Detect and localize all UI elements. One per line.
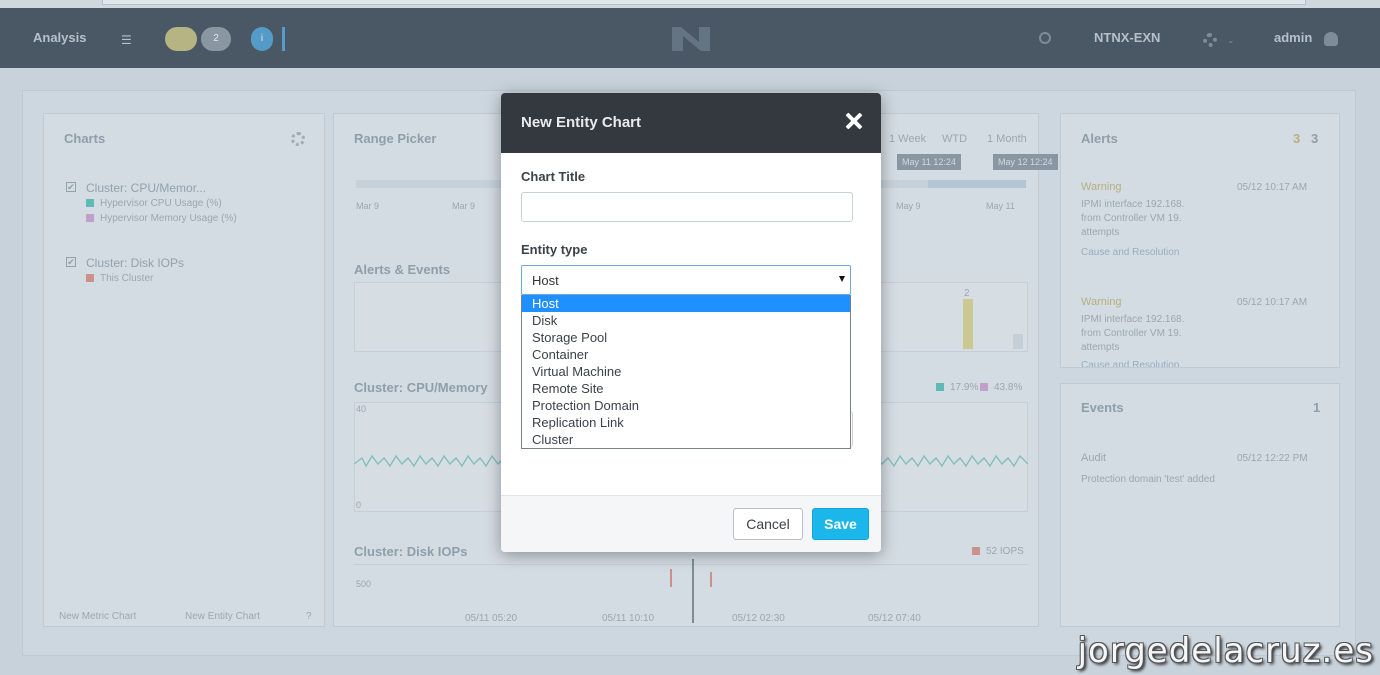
caret-down-icon <box>839 276 845 282</box>
save-button[interactable]: Save <box>812 508 869 540</box>
dialog-header: New Entity Chart <box>501 93 881 153</box>
entity-type-selected: Host <box>532 273 559 288</box>
new-entity-chart-dialog: New Entity Chart Chart Title Entity type… <box>501 93 881 552</box>
entity-option-cluster[interactable]: Cluster <box>522 431 850 448</box>
entity-option-host[interactable]: Host <box>522 295 850 312</box>
entity-option-protection-domain[interactable]: Protection Domain <box>522 397 850 414</box>
entity-type-options: Host Disk Storage Pool Container Virtual… <box>521 295 851 449</box>
entity-option-replication-link[interactable]: Replication Link <box>522 414 850 431</box>
chart-title-label: Chart Title <box>521 169 586 184</box>
dialog-footer: Cancel Save <box>501 495 881 552</box>
chart-title-input[interactable] <box>521 192 853 222</box>
entity-option-storage-pool[interactable]: Storage Pool <box>522 329 850 346</box>
cancel-button[interactable]: Cancel <box>733 508 803 540</box>
entity-option-virtual-machine[interactable]: Virtual Machine <box>522 363 850 380</box>
close-icon[interactable] <box>845 112 863 130</box>
entity-type-label: Entity type <box>521 242 588 257</box>
entity-type-select[interactable]: Host <box>521 265 851 295</box>
entity-option-container[interactable]: Container <box>522 346 850 363</box>
dialog-title: New Entity Chart <box>521 114 642 131</box>
entity-option-remote-site[interactable]: Remote Site <box>522 380 850 397</box>
entity-option-disk[interactable]: Disk <box>522 312 850 329</box>
watermark: jorgedelacruz.es <box>1077 631 1374 671</box>
